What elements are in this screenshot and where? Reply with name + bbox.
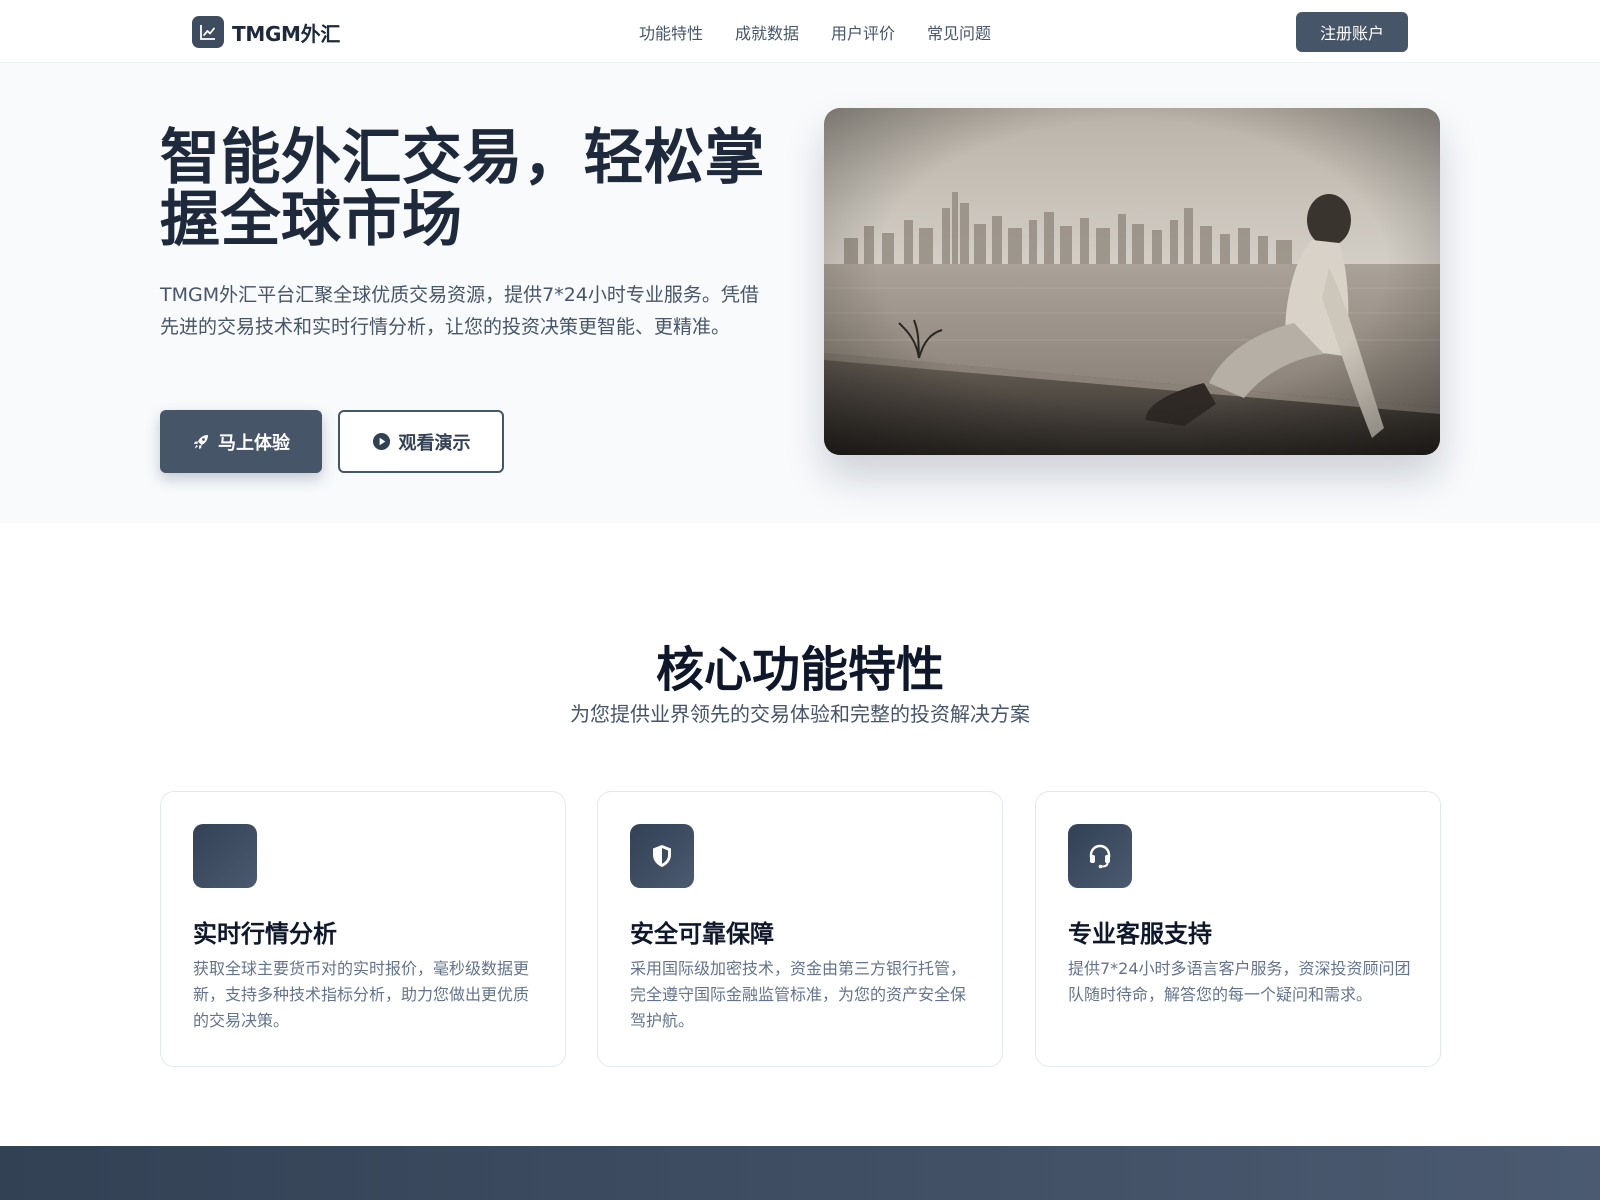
- try-now-label: 马上体验: [218, 432, 290, 454]
- watch-demo-button[interactable]: 观看演示: [338, 410, 504, 473]
- nav-link-features[interactable]: 功能特性: [639, 20, 703, 44]
- feature-card-title: 安全可靠保障: [630, 920, 774, 948]
- feature-card-title: 实时行情分析: [193, 920, 337, 948]
- nav-link-stats[interactable]: 成就数据: [735, 20, 799, 44]
- top-navbar: TMGM外汇 功能特性 成就数据 用户评价 常见问题 注册账户: [0, 0, 1600, 63]
- feature-card-description: 获取全球主要货币对的实时报价，毫秒级数据更新，支持多种技术指标分析，助力您做出更…: [193, 959, 530, 1030]
- chart-line-icon: [192, 16, 224, 48]
- brand-logo[interactable]: TMGM外汇: [192, 16, 340, 48]
- feature-card-security[interactable]: 安全可靠保障 采用国际级加密技术，资金由第三方银行托管，完全遵守国际金融监管标准…: [597, 791, 1003, 1067]
- nav-link-reviews[interactable]: 用户评价: [831, 20, 895, 44]
- features-subtitle: 为您提供业界领先的交易体验和完整的投资解决方案: [570, 702, 1030, 726]
- register-button[interactable]: 注册账户: [1296, 12, 1408, 52]
- rocket-icon: [192, 433, 210, 451]
- feature-card-description: 提供7*24小时多语言客户服务，资深投资顾问团队随时待命，解答您的每一个疑问和需…: [1068, 959, 1411, 1004]
- stats-section-band: [0, 1146, 1600, 1200]
- headset-icon: [1068, 824, 1132, 888]
- try-now-button[interactable]: 马上体验: [160, 410, 322, 473]
- hero-description: TMGM外汇平台汇聚全球优质交易资源，提供7*24小时专业服务。凭借先进的交易技…: [160, 284, 759, 338]
- watch-demo-label: 观看演示: [398, 432, 471, 454]
- chart-icon: [193, 824, 257, 888]
- feature-card-realtime[interactable]: 实时行情分析 获取全球主要货币对的实时报价，毫秒级数据更新，支持多种技术指标分析…: [160, 791, 566, 1067]
- hero-image: [824, 108, 1440, 455]
- hero-title: 智能外汇交易，轻松掌握全球市场: [160, 123, 765, 255]
- feature-card-support[interactable]: 专业客服支持 提供7*24小时多语言客户服务，资深投资顾问团队随时待命，解答您的…: [1035, 791, 1441, 1067]
- nav-link-faq[interactable]: 常见问题: [927, 20, 991, 44]
- play-circle-icon: [372, 432, 391, 451]
- feature-card-title: 专业客服支持: [1068, 920, 1212, 948]
- feature-card-description: 采用国际级加密技术，资金由第三方银行托管，完全遵守国际金融监管标准，为您的资产安…: [630, 959, 967, 1030]
- nav-links: 功能特性 成就数据 用户评价 常见问题: [639, 20, 1023, 44]
- features-title: 核心功能特性: [655, 642, 944, 698]
- hero-section: 智能外汇交易，轻松掌握全球市场 TMGM外汇平台汇聚全球优质交易资源，提供7*2…: [0, 63, 1600, 523]
- brand-name: TMGM外汇: [232, 21, 341, 46]
- shield-icon: [630, 824, 694, 888]
